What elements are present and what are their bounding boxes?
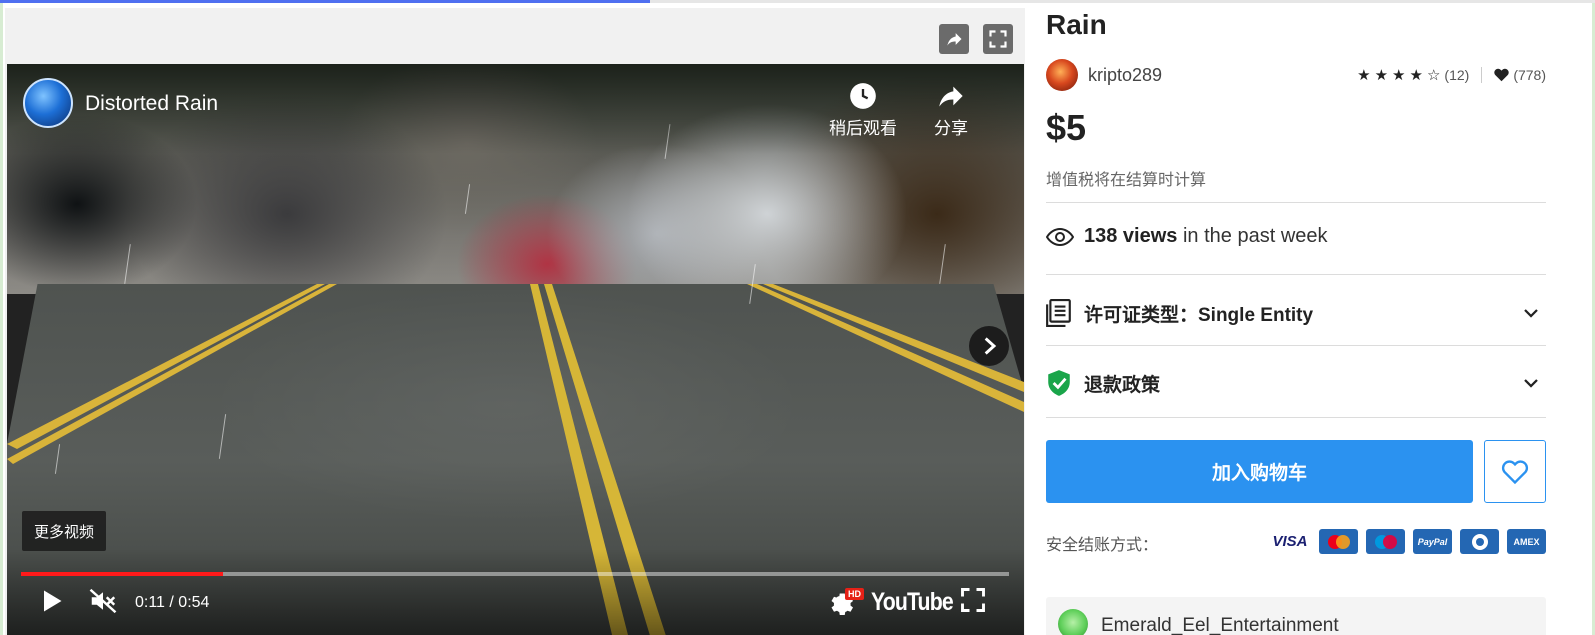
channel-avatar[interactable] [23,78,73,128]
refund-policy-accordion[interactable]: 退款政策 [1046,363,1546,403]
star-filled-icon: ★ [1374,66,1389,84]
chevron-right-icon [984,337,997,355]
youtube-logo[interactable]: YouTube [871,588,954,617]
tax-note: 增值税将在结算时计算 [1046,172,1207,189]
license-accordion[interactable]: 许可证类型：Single Entity [1046,293,1546,333]
progress-played [21,572,223,576]
share-button[interactable] [939,24,969,54]
chevron-down-icon [1524,379,1538,388]
license-label: 许可证类型：Single Entity [1084,304,1314,326]
share-arrow-icon [939,86,963,107]
star-filled-icon: ★ [1409,66,1423,84]
progress-bar[interactable] [21,572,1009,576]
heart-outline-icon [1501,459,1529,484]
eye-icon [1046,227,1074,246]
video-player[interactable]: Distorted Rain 稍后观看 分享 更多视频 0:11 / 0:54 … [7,64,1024,635]
divider [1481,67,1483,83]
media-toolbar [939,24,1013,54]
publisher-name[interactable]: Emerald_Eel_Entertainment [1101,615,1339,635]
clock-icon [850,83,876,109]
mute-button[interactable] [87,586,119,621]
shield-check-icon [1048,370,1070,396]
views-count: 138 views [1084,225,1178,247]
time-display: 0:11 / 0:54 [135,594,210,611]
play-button[interactable] [37,586,65,621]
divider [1046,202,1546,203]
hd-badge: HD [845,588,864,600]
views-summary: 138 views in the past week [1046,225,1328,248]
payment-label: 安全结账方式： [1046,537,1159,554]
page: Distorted Rain 稍后观看 分享 更多视频 0:11 / 0:54 … [0,0,1595,635]
heart-icon [1494,68,1510,82]
mastercard-icon [1319,529,1358,554]
favorites-count: (778) [1513,67,1546,83]
divider [1046,417,1546,418]
document-icon [1046,299,1071,327]
product-price: $5 [1046,107,1087,148]
add-to-cart-button[interactable]: 加入购物车 [1046,440,1473,503]
fullscreen-button[interactable] [959,586,987,619]
refund-policy-label: 退款政策 [1084,374,1161,396]
play-icon [44,590,62,612]
maestro-icon [1366,529,1405,554]
watch-later-label: 稍后观看 [829,119,897,138]
seller-avatar[interactable] [1046,59,1078,91]
star-filled-icon: ★ [1392,66,1406,84]
seller-name[interactable]: kripto289 [1088,65,1162,86]
chevron-down-icon [1524,309,1538,318]
rating-count: (12) [1444,67,1470,83]
share-arrow-icon [947,33,962,46]
star-empty-icon: ☆ [1426,66,1441,84]
media-panel: Distorted Rain 稍后观看 分享 更多视频 0:11 / 0:54 … [5,8,1025,635]
visa-icon: VISA [1269,529,1311,554]
diners-icon [1460,529,1499,554]
video-title[interactable]: Distorted Rain [85,92,218,116]
product-panel: Rain kripto289 ★ ★ ★ ★ ☆ (12) (778) $5 增… [1046,3,1546,635]
next-video-button[interactable] [969,326,1009,366]
fullscreen-icon [961,588,985,612]
publisher-card[interactable]: Emerald_Eel_Entertainment [1046,597,1546,635]
expand-icon [989,30,1007,48]
divider [1046,345,1546,346]
views-suffix: in the past week [1182,225,1328,247]
star-filled-icon: ★ [1357,66,1371,84]
product-title: Rain [1046,9,1107,40]
page-load-progress [0,0,650,3]
more-videos-button[interactable]: 更多视频 [22,511,107,551]
paypal-icon: PayPal [1413,529,1452,554]
payment-methods: VISA PayPal AMEX [1269,529,1546,554]
share-video-button[interactable]: 分享 [934,82,968,139]
publisher-avatar [1058,609,1088,635]
rating-summary[interactable]: ★ ★ ★ ★ ☆ (12) (778) [1357,67,1546,83]
share-label: 分享 [934,119,968,138]
volume-muted-icon [89,588,117,614]
expand-button[interactable] [983,24,1013,54]
watch-later-button[interactable]: 稍后观看 [829,82,897,139]
amex-icon: AMEX [1507,529,1546,554]
divider [1046,274,1546,275]
wishlist-button[interactable] [1484,440,1546,503]
